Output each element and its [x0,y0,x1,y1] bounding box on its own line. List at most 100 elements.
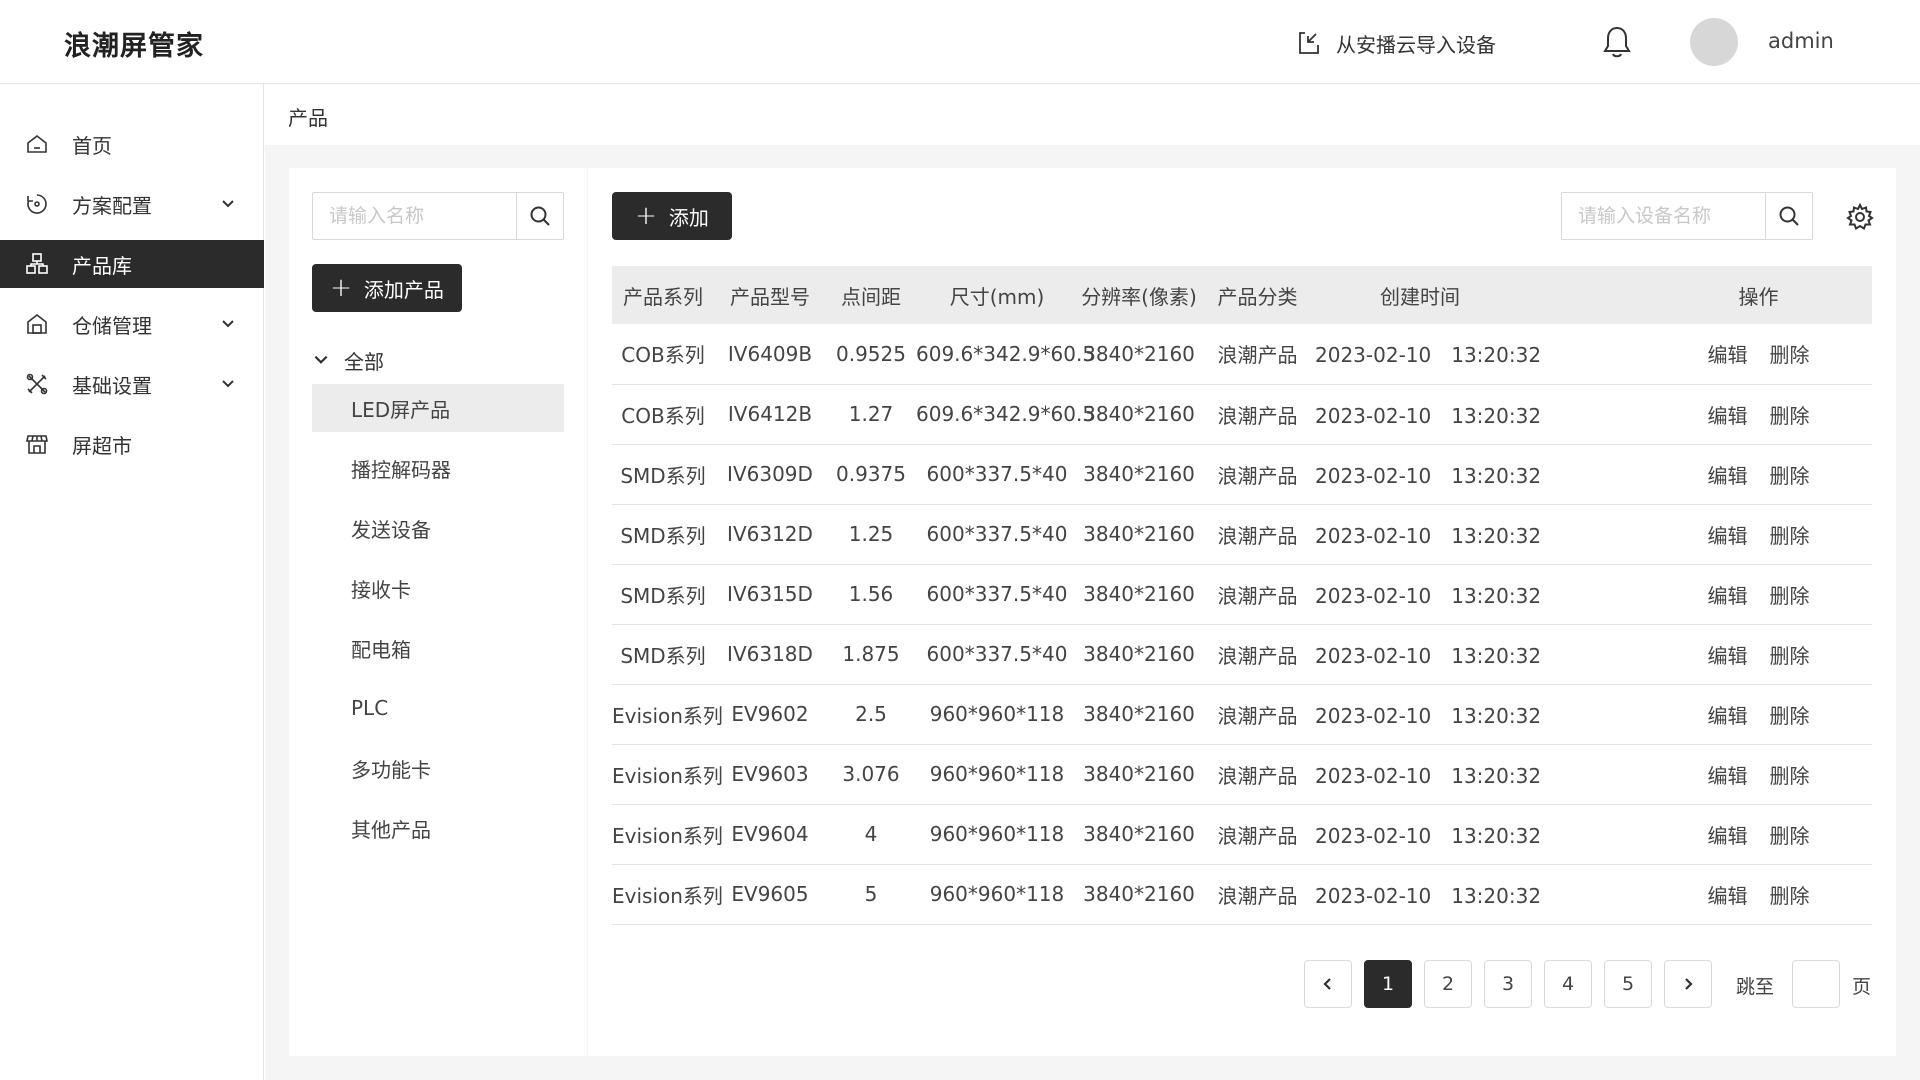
table-cell: 浪潮产品 [1200,864,1315,925]
device-search-button[interactable] [1765,193,1812,239]
table-actions-cell: 编辑 删除 [1525,564,1872,625]
tree-root-all[interactable]: 全部 [312,344,384,376]
delete-button[interactable]: 删除 [1770,704,1810,728]
search-icon [530,206,550,226]
table-cell: 609.6*342.9*60.5 [916,324,1095,385]
category-item-other[interactable]: 其他产品 [312,804,564,852]
chevron-right-icon [1685,978,1693,990]
delete-button[interactable]: 删除 [1770,764,1810,788]
add-product-label: 添加产品 [363,277,444,302]
table-cell: 2023-02-10 13:20:32 [1315,744,1541,805]
page-button-5[interactable]: 5 [1604,960,1652,1008]
table-cell: 浪潮产品 [1200,384,1315,445]
page-button-2[interactable]: 2 [1424,960,1472,1008]
table-actions-cell: 编辑 删除 [1525,744,1872,805]
table-cell: 2023-02-10 13:20:32 [1315,504,1541,565]
category-item-distribution-box[interactable]: 配电箱 [312,624,564,672]
category-item-decoder[interactable]: 播控解码器 [312,444,564,492]
table-cell: 600*337.5*40 [916,564,1078,625]
add-product-button[interactable]: + 添加产品 [312,264,462,312]
table-cell: SMD系列 [612,444,714,505]
import-device-button[interactable]: 从安播云导入设备 [1294,26,1496,60]
username-label[interactable]: admin [1768,29,1834,53]
gear-icon[interactable] [1846,203,1874,231]
table-row: COB系列 IV6412B 1.27 609.6*342.9*60.5 3840*216… [612,384,1872,445]
table-cell: IV6412B [714,384,826,445]
delete-button[interactable]: 删除 [1770,884,1810,908]
table-cell: 600*337.5*40 [916,504,1078,565]
bell-icon[interactable] [1600,24,1634,60]
delete-button[interactable]: 删除 [1770,343,1810,367]
scheme-icon [24,191,50,217]
sidebar-item-label: 屏超市 [72,433,132,458]
import-icon [1299,32,1319,54]
delete-button[interactable]: 删除 [1770,404,1810,428]
edit-button[interactable]: 编辑 [1708,584,1748,608]
category-search-button[interactable] [516,193,563,239]
table-cell: SMD系列 [612,624,714,685]
table-cell: Evision系列 [612,684,723,745]
sidebar-item-label: 基础设置 [72,373,152,398]
page-button-3[interactable]: 3 [1484,960,1532,1008]
edit-button[interactable]: 编辑 [1708,764,1748,788]
table-cell: 3840*2160 [1078,624,1200,685]
table-cell: 3840*2160 [1078,684,1200,745]
category-item-led[interactable]: LED屏产品 [312,384,564,432]
table-cell: 浪潮产品 [1200,684,1315,745]
category-item-sender[interactable]: 发送设备 [312,504,564,552]
delete-button[interactable]: 删除 [1770,824,1810,848]
category-label: PLC [351,696,389,720]
table-cell: 3.076 [826,744,916,805]
sidebar-item-screen-store[interactable]: 屏超市 [0,420,264,468]
sidebar-item-home[interactable]: 首页 [0,120,264,168]
column-header: 创建时间 [1315,266,1525,324]
table-cell: EV9605 [714,864,826,925]
next-page-button[interactable] [1664,960,1712,1008]
add-button[interactable]: + 添加 [612,192,732,240]
page-button-1[interactable]: 1 [1364,960,1412,1008]
table-actions-cell: 编辑 删除 [1525,624,1872,685]
category-label: LED屏产品 [351,397,451,422]
jump-to-label: 跳至 [1736,976,1775,998]
edit-button[interactable]: 编辑 [1708,343,1748,367]
sidebar-item-product-library[interactable]: 产品库 [0,240,264,288]
device-search-input[interactable] [1562,193,1766,239]
column-header: 点间距 [826,266,916,324]
edit-button[interactable]: 编辑 [1708,404,1748,428]
category-item-multifunction-card[interactable]: 多功能卡 [312,744,564,792]
edit-button[interactable]: 编辑 [1708,704,1748,728]
user-avatar[interactable] [1690,18,1738,66]
jump-page-input[interactable] [1792,960,1840,1008]
delete-button[interactable]: 删除 [1770,464,1810,488]
table-row: SMD系列 IV6309D 0.9375 600*337.5*40 3840*2160 浪… [612,444,1872,505]
table-cell: Evision系列 [612,864,723,925]
category-item-plc[interactable]: PLC [312,684,564,732]
table-cell: 600*337.5*40 [916,444,1078,505]
sidebar-item-basic-settings[interactable]: 基础设置 [0,360,264,408]
table-cell: 3840*2160 [1078,504,1200,565]
delete-button[interactable]: 删除 [1770,584,1810,608]
table-row: SMD系列 IV6318D 1.875 600*337.5*40 3840*2160 浪潮… [612,624,1872,685]
delete-button[interactable]: 删除 [1770,644,1810,668]
delete-button[interactable]: 删除 [1770,524,1810,548]
edit-button[interactable]: 编辑 [1708,464,1748,488]
category-search-input[interactable] [313,193,517,239]
sidebar-item-warehouse[interactable]: 仓储管理 [0,300,264,348]
edit-button[interactable]: 编辑 [1708,644,1748,668]
prev-page-button[interactable] [1304,960,1352,1008]
page-button-4[interactable]: 4 [1544,960,1592,1008]
product-table: 产品系列 产品型号 点间距 尺寸(mm) 分辨率(像素) 产品分类 创建时间 操… [612,266,1872,925]
search-icon [1779,206,1799,226]
edit-button[interactable]: 编辑 [1708,824,1748,848]
edit-button[interactable]: 编辑 [1708,524,1748,548]
category-label: 播控解码器 [351,457,451,482]
edit-button[interactable]: 编辑 [1708,884,1748,908]
category-item-receiver-card[interactable]: 接收卡 [312,564,564,612]
sidebar-item-label: 产品库 [72,253,132,278]
table-actions-cell: 编辑 删除 [1525,444,1872,505]
sidebar-item-scheme-config[interactable]: 方案配置 [0,180,264,228]
table-cell: 3840*2160 [1078,564,1200,625]
table-cell: EV9603 [714,744,826,805]
table-header-row: 产品系列 产品型号 点间距 尺寸(mm) 分辨率(像素) 产品分类 创建时间 操… [612,266,1872,324]
table-cell: 960*960*118 [916,864,1078,925]
